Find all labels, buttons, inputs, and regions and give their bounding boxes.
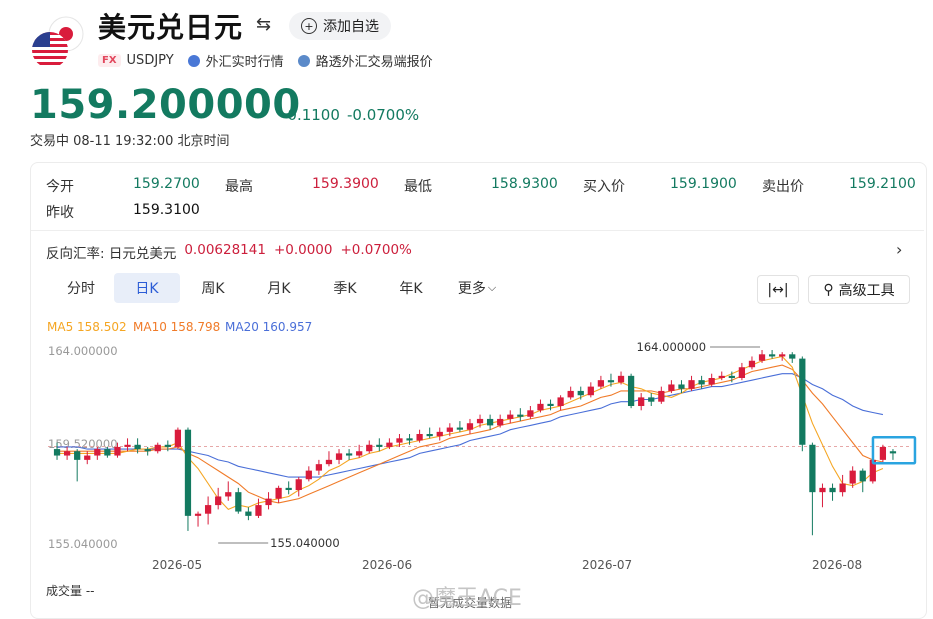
candle-up: [446, 427, 453, 432]
candle-up: [779, 354, 786, 357]
candle-up: [124, 444, 131, 447]
candle-up: [819, 487, 826, 493]
candle-down: [789, 354, 796, 359]
candle-up: [325, 459, 333, 465]
candle-down: [376, 444, 383, 447]
candle-down: [768, 354, 776, 357]
candle-up: [63, 451, 71, 456]
volume-label: 成交量 --: [46, 584, 95, 598]
candle-up: [527, 410, 534, 417]
candle-up: [154, 444, 161, 452]
candle-up: [758, 354, 766, 361]
x-tick-jun: 2026-06: [362, 558, 413, 572]
candle-down: [345, 453, 353, 456]
x-tick-jul: 2026-07: [582, 558, 633, 572]
candle-down: [406, 438, 413, 441]
candle-up: [84, 455, 91, 460]
candle-up: [215, 496, 222, 506]
candle-up: [497, 418, 504, 426]
candle-down: [134, 444, 141, 450]
candle-up: [416, 434, 423, 441]
candle-up: [658, 390, 665, 402]
candle-up: [537, 403, 544, 411]
candle-down: [53, 449, 61, 456]
candle-down: [426, 434, 433, 437]
candle-up: [839, 483, 846, 493]
candle-up: [708, 378, 715, 385]
candle-up: [507, 414, 514, 419]
candle-up: [748, 360, 756, 368]
candle-up: [94, 449, 101, 456]
candle-up: [225, 492, 232, 497]
candle-down: [285, 487, 292, 491]
candle-down: [859, 470, 866, 482]
candle-up: [638, 397, 645, 407]
candle-down: [799, 358, 806, 445]
candle-up: [597, 380, 605, 387]
candle-up: [315, 464, 323, 471]
candle-down: [809, 444, 816, 493]
candle-down: [728, 375, 735, 379]
candle-up: [688, 380, 695, 389]
candle-up: [275, 487, 282, 499]
candle-up: [879, 446, 887, 460]
candle-down: [235, 492, 242, 512]
candle-up: [194, 513, 202, 516]
candle-down: [627, 375, 635, 407]
candle-up: [255, 505, 262, 516]
watermark: @魔王ACE: [412, 586, 522, 611]
candle-down: [486, 418, 494, 426]
low-annotation: 155.040000: [270, 536, 340, 550]
candle-down: [144, 449, 151, 452]
x-tick-may: 2026-05: [152, 558, 203, 572]
candle-up: [668, 384, 675, 391]
candle-up: [335, 453, 343, 460]
candle-down: [184, 429, 192, 516]
candle-up: [386, 442, 393, 447]
candle-down: [648, 397, 655, 402]
candle-up: [356, 451, 363, 456]
candle-up: [305, 470, 312, 480]
candle-down: [698, 380, 705, 385]
candle-up: [476, 418, 484, 424]
candle-up: [295, 479, 302, 491]
high-annotation: 164.000000: [637, 340, 707, 354]
candle-down: [607, 380, 615, 383]
candle-down: [547, 403, 554, 407]
candle-up: [849, 470, 856, 484]
highlight-box: [871, 435, 917, 465]
candle-up: [557, 397, 564, 407]
candle-up: [396, 438, 403, 443]
candle-up: [265, 498, 272, 506]
candle-up: [114, 446, 121, 456]
candle-up: [366, 444, 373, 452]
candle-up: [466, 423, 474, 430]
candle-up: [436, 431, 443, 437]
candle-up: [567, 390, 574, 398]
candle-down: [517, 414, 524, 417]
candle-down: [104, 449, 111, 456]
candle-down: [74, 451, 81, 460]
candlestick-chart[interactable]: 164.000000 155.040000: [0, 0, 933, 617]
x-tick-aug: 2026-08: [812, 558, 863, 572]
candle-down: [829, 487, 836, 493]
candle-down: [164, 444, 171, 447]
candle-down: [456, 427, 464, 430]
candle-down: [577, 390, 584, 396]
candle-up: [204, 505, 212, 514]
candle-up: [587, 386, 594, 396]
candle-up: [617, 375, 625, 383]
candle-up: [718, 375, 725, 379]
candle-down: [889, 451, 897, 454]
candle-up: [174, 429, 182, 447]
candle-down: [678, 384, 685, 389]
candle-up: [738, 367, 746, 379]
candle-down: [245, 511, 252, 516]
